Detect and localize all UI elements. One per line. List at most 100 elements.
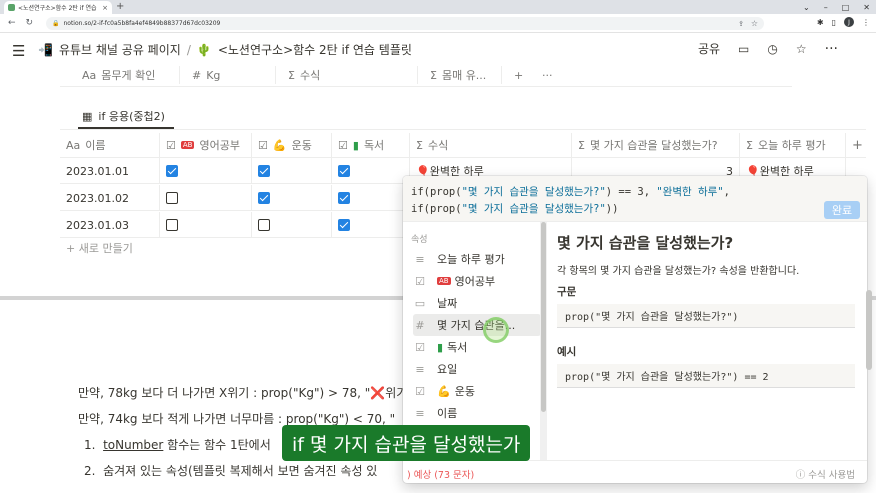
reload-icon[interactable]: ↻ <box>26 18 34 28</box>
property-item-active[interactable]: # 몇 가지 습관을... <box>413 314 541 336</box>
table-view-icon: ▦ <box>82 109 93 123</box>
reading-checkbox[interactable] <box>338 165 350 177</box>
table1-bottom-line <box>60 86 792 87</box>
property-list-scrollbar[interactable] <box>540 222 547 460</box>
new-tab-icon[interactable]: + <box>116 1 124 12</box>
formula-input[interactable]: if(prop("몇 가지 습관을 달성했는가?") == 3, "완벽한 하루… <box>403 176 867 222</box>
top-actions: 공유 ▭ ◷ ☆ ··· <box>698 40 838 57</box>
done-button[interactable]: 완료 <box>824 201 860 219</box>
row-exercise-cell <box>252 212 332 238</box>
maximize-icon[interactable]: □ <box>842 3 850 12</box>
property-detail: 몇 가지 습관을 달성했는가? 각 항목의 몇 가지 습관을 달성했는가? 속성… <box>547 222 867 460</box>
header-label: 운동 <box>291 139 312 152</box>
reading-checkbox[interactable] <box>338 192 350 204</box>
header-formula[interactable]: Σ 수식 <box>410 133 572 157</box>
table1-header-body[interactable]: Σ 몸매 유... <box>418 66 502 84</box>
property-item[interactable]: ☑ ▮ 독서 <box>413 336 541 358</box>
header-day-eval[interactable]: Σ 오늘 하루 평가 <box>740 133 846 157</box>
formula-help-link[interactable]: ⓘ 수식 사용법 <box>796 467 855 481</box>
formula-line-1: if(prop("몇 가지 습관을 달성했는가?") == 3, "완벽한 하루… <box>411 184 730 199</box>
property-item[interactable]: ▭ 날짜 <box>413 292 541 314</box>
comment-icon[interactable]: ▭ <box>738 42 749 56</box>
reading-checkbox[interactable] <box>338 219 350 231</box>
property-item[interactable]: ≡ 오늘 하루 평가 <box>413 248 541 270</box>
database-view-tab[interactable]: ▦ if 응용(중첩2) <box>82 108 165 124</box>
property-label: 독서 <box>447 341 468 354</box>
window-controls: ⌄ – □ ✕ <box>803 0 870 14</box>
scrollbar-thumb[interactable] <box>541 222 546 412</box>
more-dots-icon[interactable]: ··· <box>825 41 838 57</box>
english-checkbox[interactable] <box>166 219 178 231</box>
english-checkbox[interactable] <box>166 165 178 177</box>
checkbox-prop-icon: ☑ <box>166 138 176 152</box>
tonumber-link[interactable]: toNumber <box>103 438 163 452</box>
browser-tab[interactable]: <노션연구소>함수 2탄 if 연습 | × <box>4 1 112 14</box>
title-prop-icon: Aa <box>82 68 97 82</box>
hamburger-menu-icon[interactable]: ☰ <box>12 42 25 60</box>
row-reading-cell <box>332 212 410 238</box>
menu-dots-icon[interactable]: ⋮ <box>862 18 870 27</box>
browser-tab-bar: <노션연구소>함수 2탄 if 연습 | × + ⌄ – □ ✕ <box>0 0 876 14</box>
body-line-1: 만약, 78kg 보다 더 나가면 X위기 : prop("Kg") > 78,… <box>78 386 408 400</box>
table-more-icon[interactable]: ··· <box>530 66 560 84</box>
breadcrumb-item-parent[interactable]: 유튜브 채널 공유 페이지 <box>59 41 181 58</box>
close-tab-icon[interactable]: × <box>102 4 108 12</box>
checkbox-prop-icon: ☑ <box>338 138 348 152</box>
page-scrollbar[interactable] <box>866 290 872 370</box>
header-exercise[interactable]: ☑ 💪 운동 <box>252 133 332 157</box>
list-item-text: 함수는 함수 1탄에서 <box>163 438 271 452</box>
header-label: 몇 가지 습관을 달성했는가? <box>589 139 718 152</box>
add-property-icon[interactable]: + <box>846 133 870 157</box>
favorite-star-icon[interactable]: ☆ <box>796 42 807 56</box>
number-prop-icon: # <box>192 68 202 82</box>
english-checkbox[interactable] <box>166 192 178 204</box>
property-label: 이름 <box>437 407 458 420</box>
row-name[interactable]: 2023.01.02 <box>60 185 160 211</box>
header-english[interactable]: ☑ AB 영어공부 <box>160 133 252 157</box>
history-clock-icon[interactable]: ◷ <box>767 42 777 56</box>
number-prop-icon: # <box>415 318 425 332</box>
close-window-icon[interactable]: ✕ <box>863 3 870 12</box>
property-label: 오늘 하루 평가 <box>437 253 505 266</box>
exercise-checkbox[interactable] <box>258 165 270 177</box>
chevron-down-icon[interactable]: ⌄ <box>803 3 810 12</box>
breadcrumb-item-current[interactable]: <노션연구소>함수 2탄 if 연습 템플릿 <box>218 41 412 58</box>
exercise-checkbox[interactable] <box>258 219 270 231</box>
header-habit-count[interactable]: Σ 몇 가지 습관을 달성했는가? <box>572 133 740 157</box>
header-label: 수식 <box>427 139 449 152</box>
property-item[interactable]: ≡ 이름 <box>413 402 541 424</box>
table1-header-name[interactable]: Aa 몸무게 확인 <box>70 66 180 84</box>
new-row-button[interactable]: + 새로 만들기 <box>66 240 133 256</box>
property-item[interactable]: ☑ AB 영어공부 <box>413 270 541 292</box>
row-name[interactable]: 2023.01.03 <box>60 212 160 238</box>
sidebar-icon[interactable]: ▯ <box>832 18 836 27</box>
minimize-icon[interactable]: – <box>824 3 828 12</box>
formula-prop-icon: Σ <box>288 68 295 82</box>
add-property-icon[interactable]: + <box>502 66 530 84</box>
bookmark-star-icon[interactable]: ☆ <box>751 19 758 28</box>
syntax-heading: 구문 <box>557 286 577 298</box>
url-field[interactable]: 🔒 notion.so/2-if-fc0a5b8fa4ef4849b88377d… <box>46 17 764 30</box>
property-item[interactable]: ☑ 💪 운동 <box>413 380 541 402</box>
lock-icon: 🔒 <box>52 20 60 27</box>
table1-header-kg[interactable]: # Kg <box>180 66 276 84</box>
puzzle-icon[interactable]: ✱ <box>817 18 824 27</box>
avatar[interactable]: J <box>844 17 854 27</box>
checkbox-prop-icon: ☑ <box>415 274 425 288</box>
share-page-icon[interactable]: ⇪ <box>738 20 744 28</box>
example-heading: 예시 <box>557 346 577 358</box>
row-name[interactable]: 2023.01.01 <box>60 158 160 184</box>
header-reading[interactable]: ☑ ▮ 독서 <box>332 133 410 157</box>
header-name[interactable]: Aa 이름 <box>60 133 160 157</box>
formula-prop-icon: Σ <box>746 138 753 152</box>
back-icon[interactable]: ← <box>8 18 16 28</box>
property-item[interactable]: ≡ 요일 <box>413 358 541 380</box>
share-button[interactable]: 공유 <box>698 40 720 57</box>
header-label: 오늘 하루 평가 <box>757 139 826 152</box>
row-english-cell <box>160 158 252 184</box>
detail-title: 몇 가지 습관을 달성했는가? <box>557 234 734 252</box>
exercise-checkbox[interactable] <box>258 192 270 204</box>
property-label: 날짜 <box>437 297 458 310</box>
flexed-arm-icon: 💪 <box>272 138 287 152</box>
table1-header-formula[interactable]: Σ 수식 <box>276 66 418 84</box>
